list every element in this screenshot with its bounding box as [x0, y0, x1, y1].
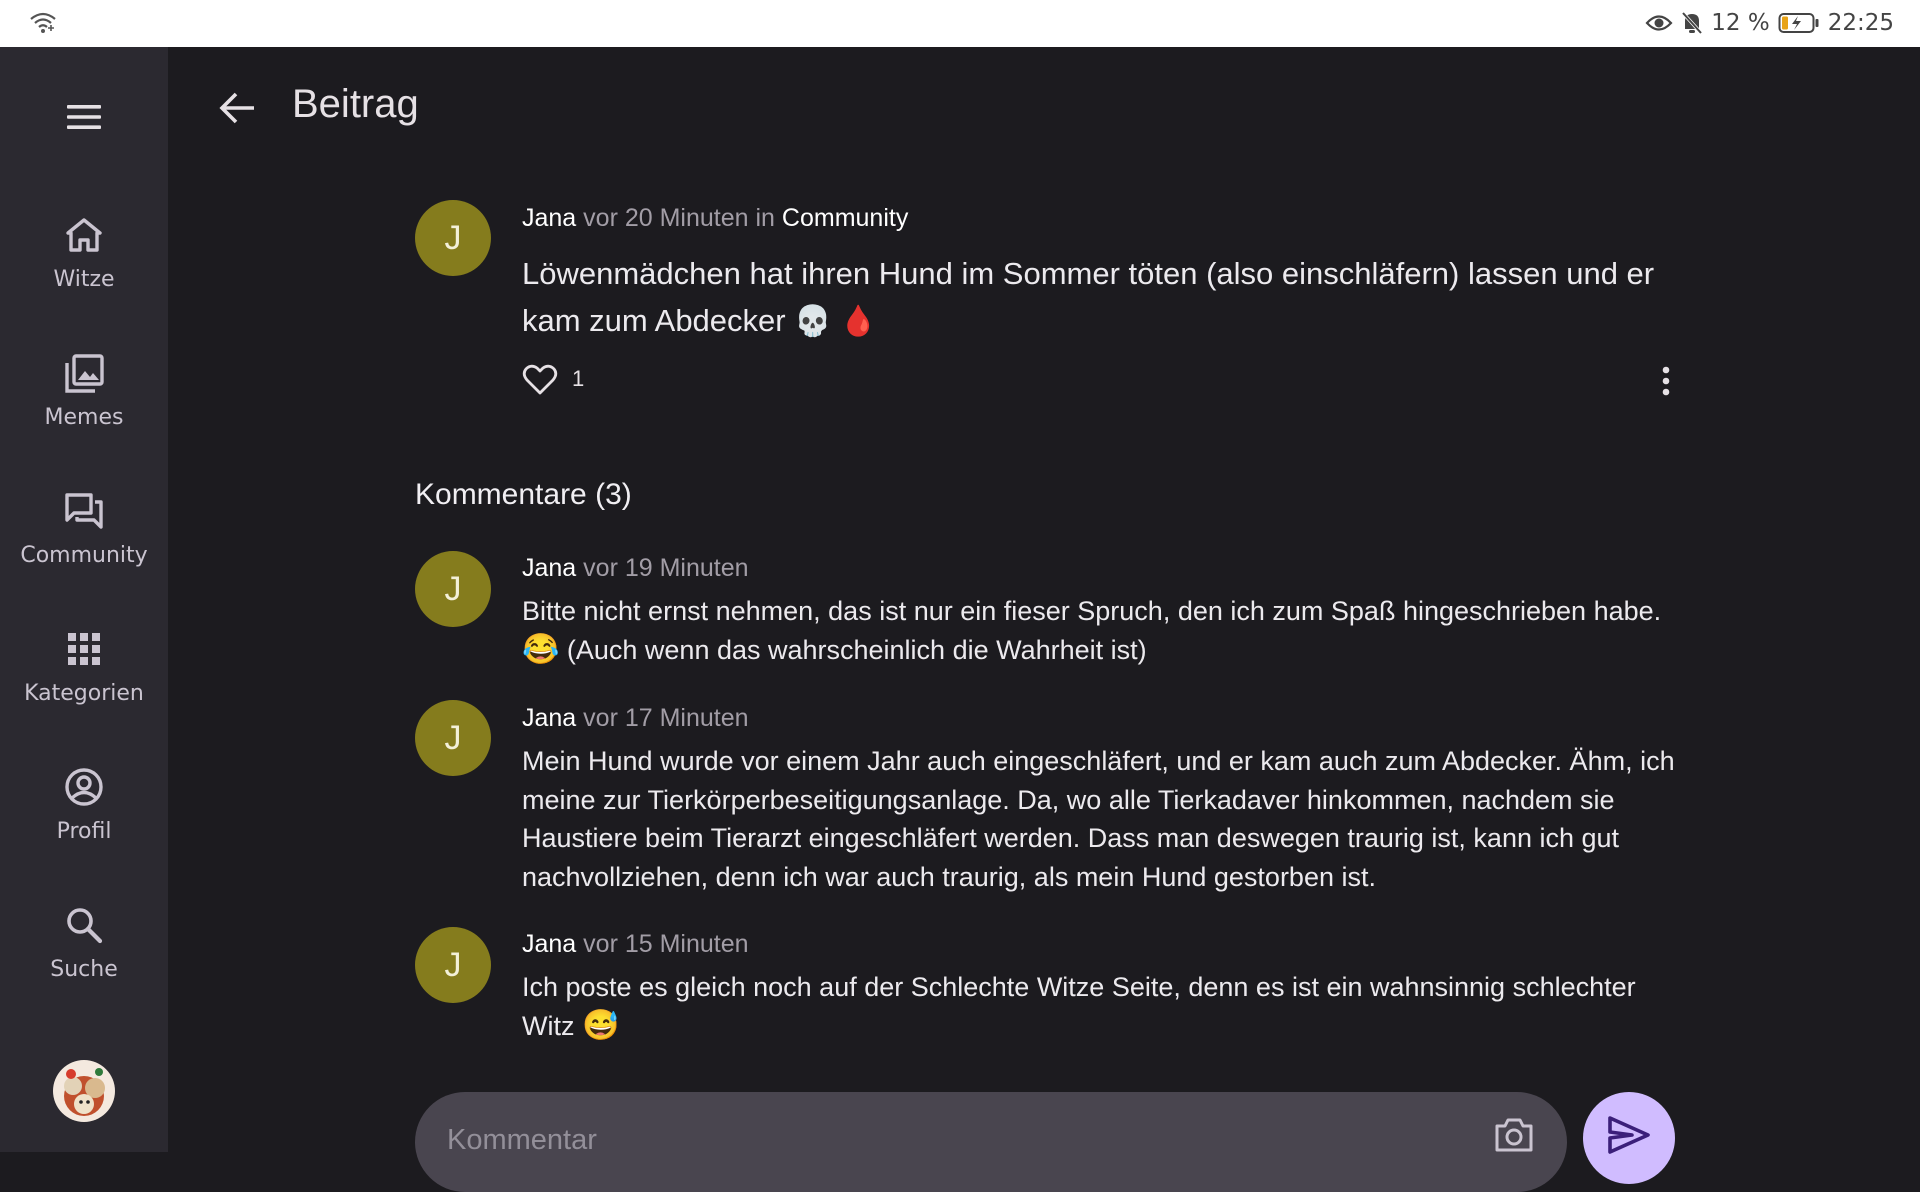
comment-text-part: (Auch wenn das wahrscheinlich die Wahrhe… [566, 634, 1147, 665]
post-meta: Jana vor 20 Minuten in Community [522, 204, 908, 233]
avatar-letter: J [444, 945, 462, 984]
comment-meta: Jana vor 17 Minuten [522, 704, 749, 733]
avatar-letter: J [444, 718, 462, 757]
comment-author-avatar[interactable]: J [415, 927, 491, 1003]
nav-item-kategorien[interactable]: Kategorien [0, 621, 168, 739]
avatar-letter: J [444, 218, 462, 257]
user-avatar-image [53, 1060, 115, 1122]
battery-charging-icon [1778, 13, 1819, 33]
send-button[interactable] [1583, 1092, 1675, 1184]
comment-text: Bitte nicht ernst nehmen, das ist nur ei… [522, 592, 1682, 669]
nav-item-memes[interactable]: Memes [0, 345, 168, 463]
comment-text: Ich poste es gleich noch auf der Schlech… [522, 968, 1682, 1045]
battery-percentage: 12 % [1711, 10, 1770, 36]
post-text-emojis: 💀 🩸 [794, 305, 878, 338]
post-author-avatar[interactable]: J [415, 200, 491, 276]
bell-off-icon [1681, 11, 1703, 35]
nav-label: Suche [50, 957, 118, 982]
user-avatar[interactable] [53, 1060, 115, 1122]
comment-input[interactable] [445, 1116, 1449, 1164]
search-icon [67, 908, 103, 944]
account-circle-icon [65, 768, 103, 806]
comment-input-container [415, 1092, 1567, 1192]
comment-meta: Jana vor 15 Minuten [522, 930, 749, 959]
post-text-body: Löwenmädchen hat ihren Hund im Sommer tö… [522, 256, 1655, 338]
menu-icon[interactable] [60, 93, 108, 141]
avatar-letter: J [444, 569, 462, 608]
nav-label: Kategorien [24, 681, 144, 706]
back-arrow-icon[interactable] [214, 84, 262, 132]
nav-label: Witze [53, 267, 115, 292]
home-icon [66, 218, 102, 252]
like-count: 1 [572, 366, 585, 391]
gallery-icon [65, 354, 104, 393]
nav-item-profil[interactable]: Profil [0, 759, 168, 877]
comments-heading: Kommentare (3) [415, 478, 632, 511]
comment-text: Mein Hund wurde vor einem Jahr auch eing… [522, 746, 1675, 892]
comment-time: vor 15 Minuten [583, 930, 749, 958]
heart-icon[interactable] [522, 364, 558, 396]
comment-author-avatar[interactable]: J [415, 700, 491, 776]
post-community-link[interactable]: Community [782, 204, 908, 232]
post-author[interactable]: Jana [522, 204, 576, 232]
navigation-rail: Witze Memes Community Kategorien Profil [0, 47, 168, 1152]
post-text: Löwenmädchen hat ihren Hund im Sommer tö… [522, 250, 1682, 345]
more-vert-icon[interactable] [1650, 362, 1682, 400]
comment-emoji: 😂 [522, 632, 560, 666]
nav-label: Community [20, 543, 148, 568]
eye-icon [1645, 15, 1673, 31]
status-bar: 12 % 22:25 [0, 0, 1920, 47]
post-in-word: in [755, 204, 775, 232]
comment-text-body: Ich poste es gleich noch auf der Schlech… [522, 972, 1636, 1041]
nav-item-suche[interactable]: Suche [0, 897, 168, 1015]
comment-author-avatar[interactable]: J [415, 551, 491, 627]
nav-label: Memes [44, 405, 124, 430]
send-icon [1608, 1116, 1650, 1154]
forum-icon [65, 493, 103, 529]
comment-author[interactable]: Jana [522, 930, 576, 958]
page-title: Beitrag [292, 82, 419, 126]
nav-item-witze[interactable]: Witze [0, 207, 168, 325]
comment-time: vor 19 Minuten [583, 554, 749, 582]
nav-label: Profil [56, 819, 112, 844]
clock: 22:25 [1827, 10, 1894, 36]
comment-time: vor 17 Minuten [583, 704, 749, 732]
post-time: vor 20 Minuten [583, 204, 749, 232]
comment-author[interactable]: Jana [522, 554, 576, 582]
nav-item-community[interactable]: Community [0, 483, 168, 601]
camera-icon[interactable] [1493, 1114, 1535, 1154]
comment-emoji: 😅 [582, 1008, 620, 1042]
wifi-icon [30, 12, 56, 33]
comment-author[interactable]: Jana [522, 704, 576, 732]
comment-meta: Jana vor 19 Minuten [522, 554, 749, 583]
grid-icon [68, 633, 100, 665]
comment-text-part: Bitte nicht ernst nehmen, das ist nur ei… [522, 596, 1662, 626]
